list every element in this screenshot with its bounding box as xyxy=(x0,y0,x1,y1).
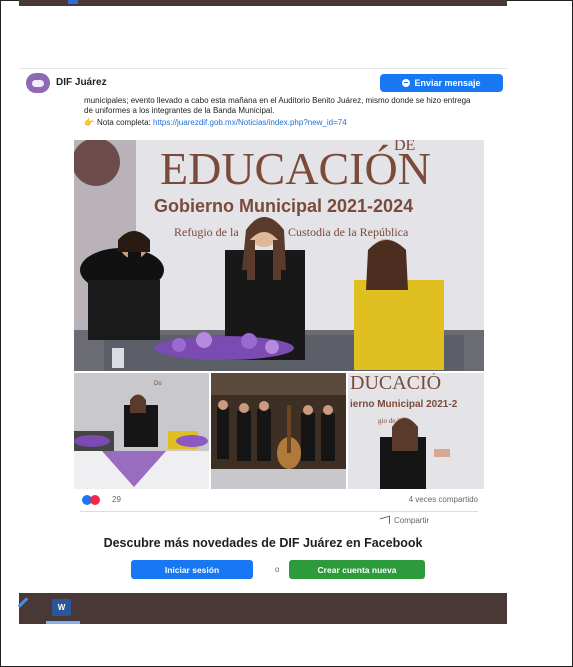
thumb-left-label: Do xyxy=(154,381,162,387)
taskbar: W xyxy=(17,593,507,624)
post-thumbnails: Do DUCACIÓ ierno Municipal 2021-2 gio de… xyxy=(74,373,484,489)
thumbnail-2[interactable] xyxy=(211,373,346,489)
post-main-photo[interactable]: EDUCACIÓN DE Gobierno Municipal 2021-202… xyxy=(74,140,484,371)
love-icon xyxy=(90,495,100,505)
thumb-banner1: DUCACIÓ xyxy=(350,373,441,394)
reactions-bar: 29 4 veces compartido xyxy=(80,494,478,508)
post-text: municipales; evento llevado a cabo esta … xyxy=(84,96,471,115)
thumbnail-3[interactable]: DUCACIÓ ierno Municipal 2021-2 gio de la xyxy=(348,373,484,489)
login-button[interactable]: Iniciar sesión xyxy=(131,560,253,579)
pointing-hand-icon: 👉 xyxy=(84,118,94,127)
signup-title: Descubre más novedades de DIF Juárez en … xyxy=(103,536,423,550)
signup-prompt: Descubre más novedades de DIF Juárez en … xyxy=(19,526,507,591)
reactions-count[interactable]: 29 xyxy=(112,495,121,504)
note-line: 👉 Nota completa: https://juarezdif.gob.mx… xyxy=(84,118,484,128)
note-label: Nota completa: xyxy=(96,118,151,127)
share-icon xyxy=(380,515,390,526)
create-account-button[interactable]: Crear cuenta nueva xyxy=(289,560,425,579)
banner-line2: Gobierno Municipal 2021-2024 xyxy=(154,196,413,216)
banner-line3: Refugio de la xyxy=(174,225,239,239)
top-strip xyxy=(19,0,507,6)
page-header: DIF Juárez Enviar mensaje xyxy=(19,68,507,97)
post-body: municipales; evento llevado a cabo esta … xyxy=(74,96,484,128)
active-app-indicator xyxy=(46,621,80,624)
word-icon[interactable]: W xyxy=(52,599,71,616)
or-separator: o xyxy=(275,565,280,574)
thumbnail-1[interactable]: Do xyxy=(74,373,209,489)
page-avatar[interactable] xyxy=(26,73,50,93)
banner-top: DE xyxy=(394,140,415,154)
post-divider xyxy=(80,511,478,512)
messenger-icon xyxy=(402,79,411,87)
send-message-label: Enviar mensaje xyxy=(414,78,481,88)
page-name[interactable]: DIF Juárez xyxy=(56,77,107,88)
top-strip-mark xyxy=(68,0,78,4)
share-label: Compartir xyxy=(394,516,430,525)
shares-count[interactable]: 4 veces compartido xyxy=(409,495,478,504)
share-button[interactable]: Compartir xyxy=(380,515,430,526)
send-message-button[interactable]: Enviar mensaje xyxy=(380,74,503,92)
banner-line1: EDUCACIÓN xyxy=(160,143,431,194)
banner-line4: Custodia de la República xyxy=(288,225,409,239)
pencil-icon[interactable] xyxy=(17,597,29,608)
thumb-banner2: ierno Municipal 2021-2 xyxy=(350,399,458,410)
note-link[interactable]: https://juarezdif.gob.mx/Noticias/index.… xyxy=(153,118,347,127)
